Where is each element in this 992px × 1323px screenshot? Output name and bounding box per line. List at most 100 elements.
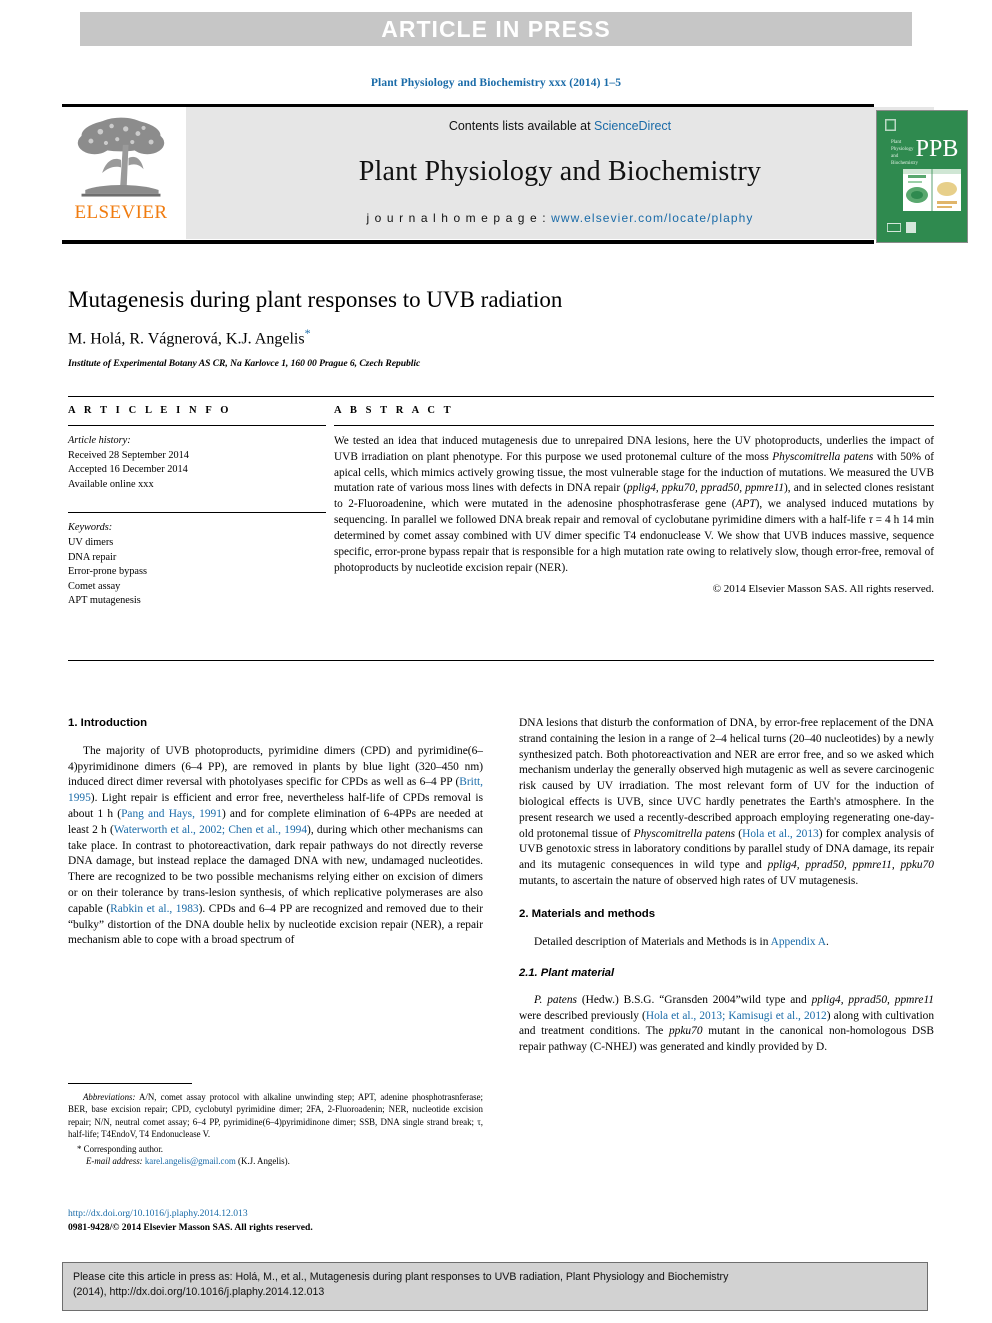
- abbreviations-note: Abbreviations: A/N, comet assay protocol…: [68, 1091, 483, 1140]
- footnotes-block: Abbreviations: A/N, comet assay protocol…: [68, 1083, 483, 1168]
- abstract-text: We tested an idea that induced mutagenes…: [334, 434, 934, 576]
- subsection-heading-plant-material: 2.1. Plant material: [519, 967, 615, 980]
- citation-rabkin-1983[interactable]: Rabkin et al., 1983: [110, 903, 198, 915]
- page-title: Mutagenesis during plant responses to UV…: [68, 287, 563, 312]
- citation-pang-hays-1991[interactable]: Pang and Hays, 1991: [121, 808, 222, 820]
- journal-masthead: ELSEVIER Contents lists available at Sci…: [62, 104, 968, 244]
- journal-title: Plant Physiology and Biochemistry: [358, 156, 762, 187]
- abbreviations-heading: Abbreviations:: [83, 1092, 136, 1102]
- running-head: Plant Physiology and Biochemistry xxx (2…: [370, 77, 622, 89]
- affiliation: Institute of Experimental Botany AS CR, …: [68, 357, 421, 369]
- section-heading-introduction: 1. Introduction: [68, 717, 148, 729]
- masthead-bottom-rule: [62, 240, 874, 244]
- article-history-group: Article history: Received 28 September 2…: [68, 434, 326, 492]
- keywords-rule: [68, 512, 326, 514]
- email-link[interactable]: karel.angelis@gmail.com: [145, 1156, 236, 1166]
- methods-paragraph: Detailed description of Materials and Me…: [519, 935, 934, 951]
- intro-seg-4: ), during which other mechanisms can tak…: [68, 823, 483, 915]
- masthead-panel: Contents lists available at ScienceDirec…: [186, 107, 934, 239]
- contents-line: Contents lists available at ScienceDirec…: [449, 119, 671, 133]
- issn-copyright-line: 0981-9428/© 2014 Elsevier Masson SAS. Al…: [68, 1221, 313, 1233]
- band-top-rule: [68, 396, 934, 397]
- body-column-left: 1. Introduction The majority of UVB phot…: [68, 716, 483, 1056]
- footnote-rule: [68, 1083, 192, 1084]
- right-seg-4: mutants, to ascertain the nature of obse…: [519, 874, 859, 887]
- abstract-gene-apt: APT: [735, 498, 756, 511]
- body-columns: 1. Introduction The majority of UVB phot…: [68, 716, 934, 1056]
- citation-hola-kamisugi[interactable]: Hola et al., 2013; Kamisugi et al., 2012: [646, 1010, 827, 1022]
- abstract-column: A B S T R A C T We tested an idea that i…: [334, 405, 934, 609]
- journal-homepage-line: j o u r n a l h o m e p a g e : www.else…: [366, 211, 753, 225]
- article-info-label: A R T I C L E I N F O: [68, 405, 232, 416]
- methods-seg-2: .: [826, 935, 829, 948]
- history-item-received: Received 28 September 2014: [68, 449, 189, 461]
- svg-text:Physiology: Physiology: [891, 147, 914, 152]
- journal-cover-thumbnail: PPB Plant Physiology and Biochemistry: [876, 110, 968, 243]
- band-bottom-rule: [68, 660, 934, 661]
- keywords-heading: Keywords:: [68, 522, 113, 534]
- plant-genes-1: pplig4, pprad50, ppmre11: [811, 993, 934, 1006]
- email-suffix: (K.J. Angelis).: [235, 1156, 290, 1167]
- masthead-body: ELSEVIER Contents lists available at Sci…: [62, 107, 968, 243]
- intro-continued-paragraph: DNA lesions that disturb the conformatio…: [519, 716, 934, 890]
- svg-text:Plant: Plant: [891, 140, 902, 145]
- plant-seg-1: (Hedw.) B.S.G. “Gransden 2004”wild type …: [576, 993, 812, 1006]
- keyword-item: Error-prone bypass: [68, 566, 147, 578]
- author-names: M. Holá, R. Vágnerová, K.J. Angelis: [68, 330, 305, 348]
- author-list: M. Holá, R. Vágnerová, K.J. Angelis*: [68, 326, 928, 348]
- plant-material-paragraph: P. patens (Hedw.) B.S.G. “Gransden 2004”…: [519, 993, 934, 1056]
- right-seg-1: DNA lesions that disturb the conformatio…: [519, 717, 934, 840]
- email-note: E-mail address: karel.angelis@gmail.com …: [68, 1155, 483, 1167]
- gene-ppku70: ppku70: [668, 1025, 703, 1038]
- methods-seg-1: Detailed description of Materials and Me…: [534, 935, 771, 948]
- ppb-cover-art: PPB Plant Physiology and Biochemistry: [877, 111, 967, 242]
- homepage-url-link[interactable]: www.elsevier.com/locate/plaphy: [551, 211, 753, 225]
- article-info-column: A R T I C L E I N F O Article history: R…: [68, 405, 326, 609]
- citation-waterworth-chen[interactable]: Waterworth et al., 2002; Chen et al., 19…: [114, 824, 307, 836]
- svg-text:PPB: PPB: [916, 136, 959, 162]
- email-label: E-mail address:: [86, 1156, 143, 1167]
- title-block: Mutagenesis during plant responses to UV…: [68, 287, 928, 369]
- abstract-copyright: © 2014 Elsevier Masson SAS. All rights r…: [712, 583, 934, 596]
- keywords-group: Keywords: UV dimers DNA repair Error-pro…: [68, 521, 326, 609]
- intro-seg-1: The majority of UVB photoproducts, pyrim…: [68, 744, 483, 789]
- history-item-online: Available online xxx: [68, 478, 154, 490]
- doi-link[interactable]: http://dx.doi.org/10.1016/j.plaphy.2014.…: [68, 1207, 498, 1221]
- species-p-patens: P. patens: [534, 993, 577, 1006]
- keyword-item: DNA repair: [68, 551, 117, 563]
- sciencedirect-link[interactable]: ScienceDirect: [594, 119, 671, 133]
- elsevier-logo: ELSEVIER: [62, 107, 180, 239]
- body-column-right: DNA lesions that disturb the conformatio…: [519, 716, 934, 1056]
- doi-block: http://dx.doi.org/10.1016/j.plaphy.2014.…: [68, 1207, 498, 1234]
- cite-this-article-box: Please cite this article in press as: Ho…: [62, 1262, 928, 1311]
- keyword-item: APT mutagenesis: [68, 595, 141, 607]
- info-abstract-band: A R T I C L E I N F O Article history: R…: [68, 396, 934, 661]
- keyword-item: Comet assay: [68, 580, 121, 592]
- article-page: ARTICLE IN PRESS Plant Physiology and Bi…: [0, 0, 992, 1323]
- abstract-species-1: Physcomitrella patens: [772, 450, 874, 463]
- right-genes-1: pplig4, pprad50, ppmre11, ppku70: [767, 859, 934, 872]
- cite-line-2: (2014), http://dx.doi.org/10.1016/j.plap…: [73, 1286, 325, 1299]
- history-item-accepted: Accepted 16 December 2014: [68, 464, 188, 476]
- article-in-press-banner: ARTICLE IN PRESS: [80, 12, 912, 46]
- elsevier-wordmark: ELSEVIER: [74, 202, 168, 223]
- section-heading-materials-methods: 2. Materials and methods: [519, 907, 656, 920]
- abstract-rule: [334, 425, 934, 426]
- abstract-label: A B S T R A C T: [334, 405, 454, 416]
- intro-paragraph: The majority of UVB photoproducts, pyrim…: [68, 744, 483, 949]
- cite-line-1: Please cite this article in press as: Ho…: [73, 1271, 729, 1283]
- article-info-rule: [68, 425, 326, 426]
- keyword-item: UV dimers: [68, 537, 114, 549]
- homepage-label: j o u r n a l h o m e p a g e :: [366, 211, 552, 225]
- corresponding-author-note: * Corresponding author.: [77, 1144, 164, 1155]
- citation-hola-2013[interactable]: Hola et al., 2013: [742, 828, 819, 840]
- contents-prefix: Contents lists available at: [448, 119, 595, 133]
- article-in-press-label: ARTICLE IN PRESS: [381, 15, 611, 42]
- appendix-a-link[interactable]: Appendix A: [771, 936, 826, 948]
- corresponding-author-marker: *: [304, 326, 311, 341]
- svg-text:and: and: [891, 154, 899, 159]
- article-history-heading: Article history:: [68, 435, 131, 446]
- svg-text:Biochemistry: Biochemistry: [891, 161, 918, 166]
- abstract-genes-1: pplig4, ppku70, pprad50, ppmre11: [627, 482, 785, 495]
